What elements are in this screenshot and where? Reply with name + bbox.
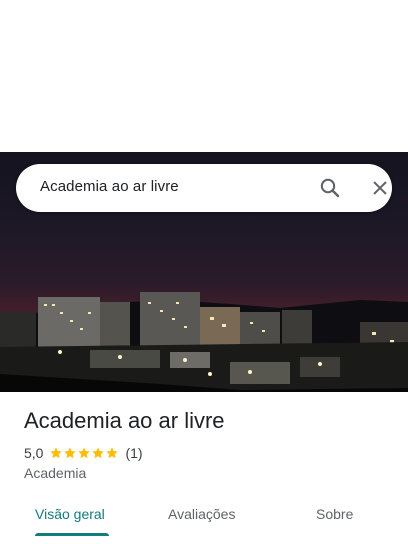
search-bar[interactable]: Academia ao ar livre (16, 164, 392, 212)
rating-row[interactable]: 5,0 (1) (24, 445, 143, 461)
star-icon (50, 447, 63, 459)
tab-overview[interactable]: Visão geral (35, 506, 105, 522)
close-icon[interactable] (368, 176, 392, 200)
search-icon[interactable] (318, 176, 342, 200)
star-icon (78, 447, 91, 459)
tab-about[interactable]: Sobre (316, 506, 353, 522)
tab-reviews[interactable]: Avaliações (168, 506, 235, 522)
active-tab-indicator (35, 533, 109, 536)
place-title: Academia ao ar livre (24, 408, 225, 433)
tab-bar: Visão geral Avaliações Sobre (0, 496, 408, 544)
star-icon (64, 447, 77, 459)
star-rating (49, 446, 119, 460)
star-icon (106, 447, 119, 459)
review-count[interactable]: (1) (125, 445, 142, 461)
search-input[interactable]: Academia ao ar livre (40, 178, 179, 195)
star-icon (92, 447, 105, 459)
rating-value: 5,0 (24, 445, 44, 461)
map-blank-area (0, 0, 408, 152)
place-category[interactable]: Academia (24, 465, 86, 481)
